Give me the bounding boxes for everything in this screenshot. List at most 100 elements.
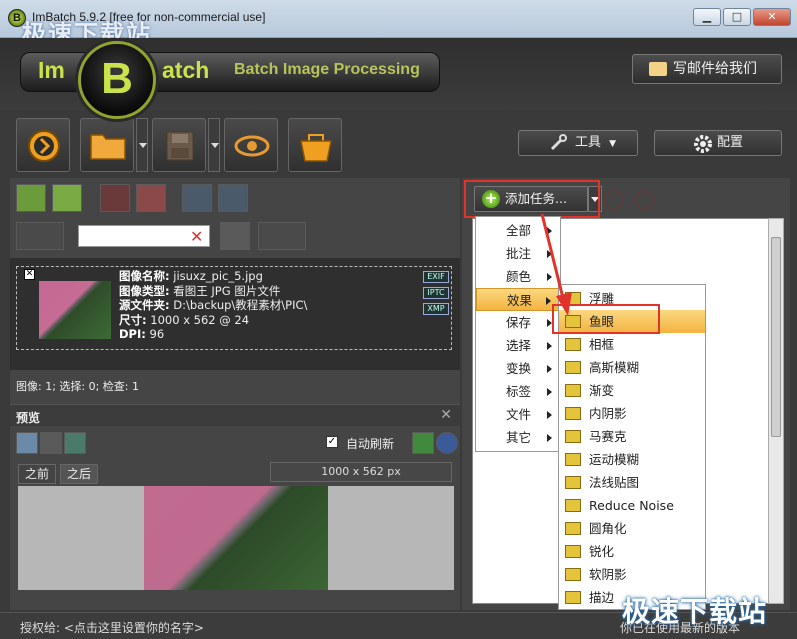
- settings-icon[interactable]: [220, 222, 250, 250]
- zoom-icon[interactable]: [16, 432, 38, 454]
- menu-item-sharpen[interactable]: 锐化: [559, 540, 705, 563]
- preview-eye-button[interactable]: [224, 118, 278, 172]
- wrench-icon: [550, 134, 567, 151]
- main-toolbar: 工具 ▼ 配置: [0, 110, 797, 178]
- remove-image-icon[interactable]: [100, 184, 130, 212]
- email-us-label: 写邮件给我们: [673, 61, 757, 77]
- mosaic-icon: [565, 430, 581, 443]
- menu-item-inner-shadow[interactable]: 内阴影: [559, 402, 705, 425]
- normal-map-icon: [565, 476, 581, 489]
- save-dropdown[interactable]: [208, 118, 220, 172]
- callout-arrow: [540, 213, 572, 316]
- menu-item-normal-map[interactable]: 法线贴图: [559, 471, 705, 494]
- open-folder-button[interactable]: [80, 118, 134, 172]
- menu-item-motion-blur[interactable]: 运动模糊: [559, 448, 705, 471]
- name-value: jisuxz_pic_5.jpg: [173, 269, 263, 283]
- logo-text-im: Im: [38, 57, 65, 83]
- folder-icon: [90, 134, 126, 160]
- shop-button[interactable]: [288, 118, 342, 172]
- title-bar: B ImBatch 5.9.2 [free for non-commercial…: [0, 0, 797, 48]
- config-button[interactable]: 配置: [654, 130, 782, 156]
- motion-blur-icon: [565, 453, 581, 466]
- add-image-icon[interactable]: [16, 184, 46, 212]
- refresh-icon[interactable]: [412, 432, 434, 454]
- menu-item-round-corners[interactable]: 圆角化: [559, 517, 705, 540]
- dpi-label: DPI:: [119, 327, 146, 341]
- fit-icon[interactable]: [64, 432, 86, 454]
- clear-list-icon[interactable]: [136, 184, 166, 212]
- menu-item-tags[interactable]: 标签: [476, 380, 562, 403]
- view-mode-dropdown[interactable]: [258, 222, 306, 250]
- open-folder-dropdown[interactable]: [136, 118, 148, 172]
- move-down-icon[interactable]: [218, 184, 248, 212]
- envelope-icon: [649, 62, 667, 76]
- eye-icon: [234, 135, 270, 157]
- move-up-icon[interactable]: [182, 184, 212, 212]
- app-header: Im B atch Batch Image Processing 写邮件给我们: [0, 38, 797, 119]
- email-us-button[interactable]: 写邮件给我们: [632, 54, 782, 84]
- gradient-icon: [565, 384, 581, 397]
- menu-item-mosaic[interactable]: 马赛克: [559, 425, 705, 448]
- source-value: D:\backup\教程素材\PIC\: [173, 298, 308, 312]
- scrollbar-thumb[interactable]: [771, 237, 781, 437]
- menu-item-gaussian-blur[interactable]: 高斯模糊: [559, 356, 705, 379]
- menu-item-file[interactable]: 文件: [476, 403, 562, 426]
- logo-text-atch: atch: [162, 57, 210, 83]
- task-scrollbar[interactable]: [768, 218, 784, 604]
- frame-icon: [565, 338, 581, 351]
- add-folder-icon[interactable]: [52, 184, 82, 212]
- floppy-icon: [166, 131, 194, 161]
- list-item[interactable]: ✕ 图像名称: jisuxz_pic_5.jpg 图像类型: 看图王 JPG 图…: [16, 266, 452, 350]
- remove-task-icon[interactable]: [604, 190, 624, 210]
- item-checkbox[interactable]: ✕: [24, 269, 35, 280]
- close-button[interactable]: ✕: [753, 8, 791, 26]
- source-label: 源文件夹:: [119, 298, 170, 312]
- round-corners-icon: [565, 522, 581, 535]
- hand-icon[interactable]: [40, 432, 62, 454]
- save-button[interactable]: [152, 118, 206, 172]
- preview-size: 1000 x 562 px: [270, 462, 452, 482]
- stroke-icon: [565, 591, 581, 604]
- disable-task-icon[interactable]: [634, 190, 654, 210]
- image-thumbnail: [39, 281, 111, 339]
- play-circle-icon: [28, 130, 60, 162]
- auto-refresh-checkbox[interactable]: ✓: [326, 436, 338, 448]
- xmp-tag[interactable]: XMP: [423, 303, 449, 315]
- preview-header: 预览 ✕: [10, 404, 460, 426]
- name-label: 图像名称:: [119, 269, 170, 283]
- app-tagline: Batch Image Processing: [234, 61, 420, 78]
- globe-icon[interactable]: [436, 432, 458, 454]
- menu-item-select[interactable]: 选择: [476, 334, 562, 357]
- maximize-button[interactable]: □: [723, 8, 751, 26]
- sharpen-icon: [565, 545, 581, 558]
- menu-item-other[interactable]: 其它: [476, 426, 562, 449]
- tools-label: 工具: [575, 135, 602, 150]
- reduce-noise-icon: [565, 499, 581, 512]
- filter-dropdown[interactable]: [16, 222, 64, 250]
- run-button[interactable]: [16, 118, 70, 172]
- tab-before[interactable]: 之前: [18, 464, 57, 484]
- image-panel: ✕ ✕ 图像名称: jisuxz_pic_5.jpg 图像类型: 看图王 JPG…: [10, 178, 460, 610]
- clear-search-icon[interactable]: ✕: [190, 227, 203, 246]
- minimize-button[interactable]: ▁: [693, 8, 721, 26]
- menu-item-soft-shadow[interactable]: 软阴影: [559, 563, 705, 586]
- menu-item-frame[interactable]: 相框: [559, 333, 705, 356]
- iptc-tag[interactable]: IPTC: [423, 287, 449, 299]
- preview-title: 预览: [16, 411, 41, 425]
- dpi-value: 96: [149, 327, 165, 341]
- exif-tag[interactable]: EXIF: [423, 271, 449, 283]
- close-preview-icon[interactable]: ✕: [440, 407, 452, 423]
- preview-image: [144, 486, 328, 590]
- inner-shadow-icon: [565, 407, 581, 420]
- image-status: 图像: 1; 选择: 0; 检查: 1: [16, 380, 140, 393]
- preview-toolbar: ✓ 自动刷新: [10, 428, 460, 460]
- menu-item-transform[interactable]: 变换: [476, 357, 562, 380]
- menu-item-reduce-noise[interactable]: Reduce Noise: [559, 494, 705, 517]
- image-list: ✕ 图像名称: jisuxz_pic_5.jpg 图像类型: 看图王 JPG 图…: [10, 258, 460, 370]
- blur-icon: [565, 361, 581, 374]
- tab-after[interactable]: 之后: [60, 464, 99, 484]
- tools-button[interactable]: 工具 ▼: [518, 130, 638, 156]
- license-link[interactable]: 授权给: <点击这里设置你的名字>: [20, 619, 204, 636]
- config-label: 配置: [717, 135, 744, 150]
- menu-item-gradient[interactable]: 渐变: [559, 379, 705, 402]
